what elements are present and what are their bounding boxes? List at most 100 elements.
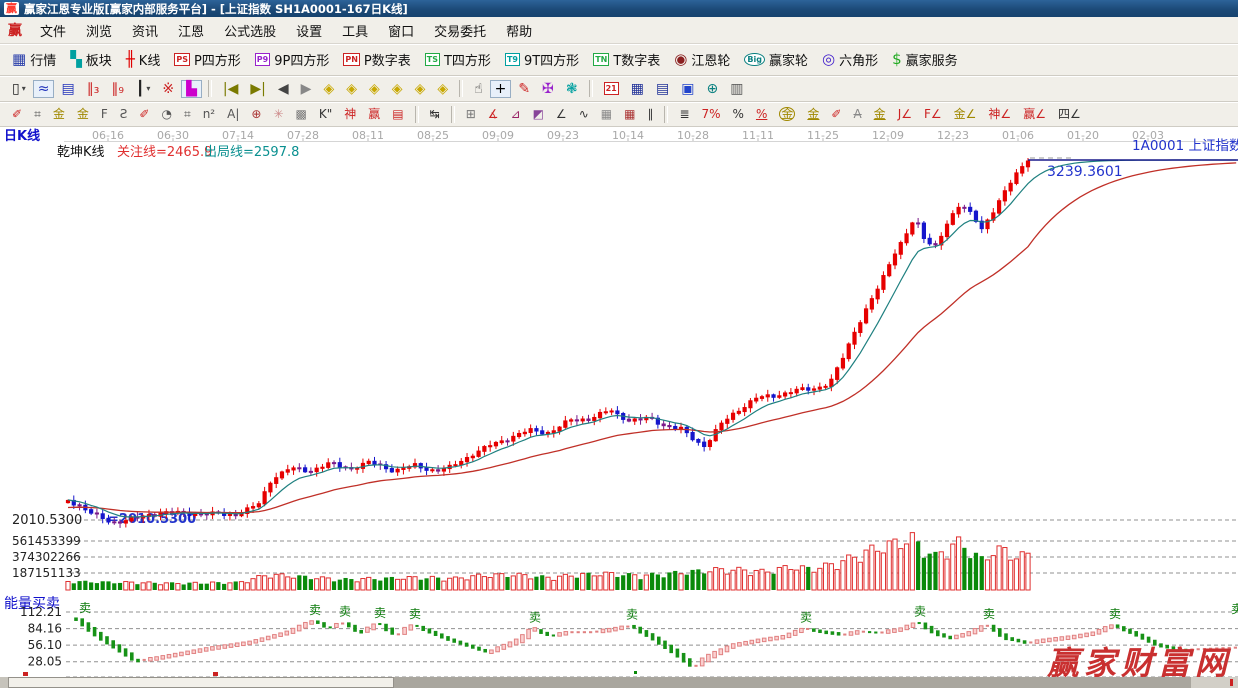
ying-grid-button[interactable]: 赢 bbox=[363, 106, 385, 122]
step-prev-button[interactable]: ◀ bbox=[273, 80, 294, 98]
gold-line-button[interactable]: 金 bbox=[802, 106, 824, 122]
percent-retrace-button[interactable]: 7% bbox=[697, 106, 726, 122]
scrollbar-thumb[interactable] bbox=[8, 677, 394, 688]
scrollbar-left-button[interactable] bbox=[0, 677, 8, 688]
gold-gate-1-button[interactable]: 金 bbox=[48, 106, 70, 122]
percent-button[interactable]: % bbox=[728, 106, 749, 122]
j-angle-button[interactable]: J∠ bbox=[893, 106, 917, 122]
fan-lines-button[interactable]: ∡ bbox=[483, 106, 504, 122]
n-square-button[interactable]: n² bbox=[198, 106, 220, 122]
diamond-left-button[interactable]: ◈ bbox=[318, 80, 339, 98]
gann-angle-pen-button[interactable]: ✐ bbox=[7, 106, 27, 122]
fan-box-fill-button[interactable]: ◩ bbox=[528, 106, 549, 122]
color-chart-button[interactable]: ▙ bbox=[181, 80, 202, 98]
candle-chart-button[interactable]: ▯▾ bbox=[7, 80, 31, 98]
t-square-button[interactable]: TST四方形 bbox=[420, 48, 498, 71]
horizontal-scrollbar[interactable] bbox=[0, 677, 1238, 688]
p-square-button[interactable]: PSP四方形 bbox=[169, 48, 247, 71]
notes-button[interactable]: ▤ bbox=[651, 80, 674, 98]
gold-under-button[interactable]: 金 bbox=[869, 106, 891, 122]
parallel-lines-button[interactable]: ∥ bbox=[642, 106, 658, 122]
diamond-expand-button[interactable]: ◈ bbox=[387, 80, 408, 98]
menu-item-浏览[interactable]: 浏览 bbox=[76, 25, 122, 40]
thin-candle-button[interactable]: ┃▾ bbox=[131, 80, 155, 98]
quotes-button[interactable]: ▦行情 bbox=[7, 48, 63, 71]
comb-tool-button[interactable]: ⌗ bbox=[179, 106, 196, 122]
star-web-button[interactable]: ✳ bbox=[268, 106, 288, 122]
bars-9-button[interactable]: ∥₉ bbox=[106, 80, 129, 98]
gann-circle-button[interactable]: ⊕ bbox=[246, 106, 266, 122]
grid-comb-button[interactable]: ⌗ bbox=[29, 106, 46, 122]
9p-square-button[interactable]: P99P四方形 bbox=[250, 48, 337, 71]
grid-gray-button[interactable]: ▦ bbox=[596, 106, 617, 122]
f-gate-button[interactable]: F bbox=[96, 106, 113, 122]
jump-last-button[interactable]: ▶| bbox=[245, 80, 270, 98]
diamond-compress-button[interactable]: ◈ bbox=[410, 80, 431, 98]
menu-item-窗口[interactable]: 窗口 bbox=[378, 25, 424, 40]
t-number-table-button[interactable]: TNT数字表 bbox=[588, 48, 667, 71]
menu-item-工具[interactable]: 工具 bbox=[332, 25, 378, 40]
winner-wheel-button[interactable]: Big赢家轮 bbox=[739, 48, 815, 71]
menu-item-交易委托[interactable]: 交易委托 bbox=[424, 25, 496, 40]
bars-3-button[interactable]: ∥₃ bbox=[82, 80, 105, 98]
save-button[interactable]: ▣ bbox=[676, 80, 699, 98]
k-quote-button[interactable]: K" bbox=[314, 106, 337, 122]
hexagon-button[interactable]: ◎六角形 bbox=[817, 48, 885, 71]
info-card-button[interactable]: ▤ bbox=[56, 80, 79, 98]
f-angle-button[interactable]: F∠ bbox=[919, 106, 947, 122]
export-web-button[interactable]: ⊕ bbox=[701, 80, 723, 98]
spiral-tool-button[interactable]: Ƨ bbox=[115, 106, 133, 122]
zigzag-tool-button[interactable]: ∿ bbox=[574, 106, 594, 122]
diamond-horizontal-button[interactable]: ◈ bbox=[364, 80, 385, 98]
gann-wheel-button[interactable]: ◉江恩轮 bbox=[669, 48, 737, 71]
a-wave-button[interactable]: A bbox=[848, 106, 866, 122]
kline-button[interactable]: ╫K线 bbox=[121, 48, 168, 71]
gold-angle-button[interactable]: 金∠ bbox=[949, 106, 982, 122]
four-angle-button[interactable]: 四∠ bbox=[1053, 106, 1086, 122]
flag-pen-button[interactable]: ✐ bbox=[826, 106, 846, 122]
measure-pen-button[interactable]: ✐ bbox=[134, 106, 154, 122]
qiankun-tool-button[interactable]: ※ bbox=[157, 80, 179, 98]
gold-circle-button[interactable]: 金 bbox=[774, 105, 800, 123]
fan-box-button[interactable]: ⊿ bbox=[506, 106, 526, 122]
trend-annotate-button[interactable]: ✎ bbox=[513, 80, 535, 98]
menu-item-文件[interactable]: 文件 bbox=[30, 25, 76, 40]
ying-angle-button[interactable]: 赢∠ bbox=[1018, 106, 1051, 122]
step-next-button[interactable]: ▶ bbox=[296, 80, 317, 98]
diamond-all-button[interactable]: ◈ bbox=[432, 80, 453, 98]
calendar-button[interactable]: 21 bbox=[599, 80, 624, 97]
ruler-125-button[interactable]: ▤ bbox=[387, 106, 408, 122]
shen-grid-button[interactable]: 神 bbox=[339, 106, 361, 122]
mirror-a-button[interactable]: A| bbox=[222, 106, 244, 122]
menu-item-资讯[interactable]: 资讯 bbox=[122, 25, 168, 40]
shen-angle-button[interactable]: 神∠ bbox=[983, 106, 1016, 122]
9t-square-button[interactable]: T99T四方形 bbox=[500, 48, 586, 71]
crosshair-button[interactable]: + bbox=[490, 80, 512, 98]
pattern-tool-button[interactable]: ❃ bbox=[561, 80, 583, 98]
sectors-button[interactable]: ▚板块 bbox=[65, 48, 119, 71]
print-button[interactable]: ▥ bbox=[725, 80, 748, 98]
percent-line-button[interactable]: % bbox=[751, 106, 772, 122]
time-cycle-button[interactable]: ◔ bbox=[156, 106, 176, 122]
chart-canvas[interactable]: 06-1606-3007-1407-2808-1108-2509-0909-23… bbox=[0, 127, 1238, 678]
menu-item-公式选股[interactable]: 公式选股 bbox=[214, 25, 286, 40]
calculator-button[interactable]: ▦ bbox=[626, 80, 649, 98]
box-select-button[interactable]: ⊞ bbox=[461, 106, 481, 122]
p-number-table-button[interactable]: PNP数字表 bbox=[338, 48, 417, 71]
diamond-right-button[interactable]: ◈ bbox=[341, 80, 362, 98]
angle-set-button[interactable]: ∠ bbox=[551, 106, 572, 122]
width-measure-button[interactable]: ↹ bbox=[425, 106, 445, 122]
menu-item-江恩[interactable]: 江恩 bbox=[168, 25, 214, 40]
oscillator-candle-down bbox=[539, 629, 543, 634]
jump-first-button[interactable]: |◀ bbox=[218, 80, 243, 98]
winner-service-button[interactable]: $赢家服务 bbox=[887, 48, 965, 71]
pan-hand-button[interactable]: ☝ bbox=[469, 80, 488, 98]
menu-item-帮助[interactable]: 帮助 bbox=[496, 25, 542, 40]
square-web-button[interactable]: ▩ bbox=[291, 106, 312, 122]
grid-red-button[interactable]: ▦ bbox=[619, 106, 640, 122]
stamp-tool-button[interactable]: ✠ bbox=[537, 80, 559, 98]
curve-mode-button[interactable]: ≈ bbox=[33, 80, 55, 98]
price-ladder-button[interactable]: ≣ bbox=[674, 106, 694, 122]
menu-item-设置[interactable]: 设置 bbox=[286, 25, 332, 40]
gold-gate-2-button[interactable]: 金 bbox=[72, 106, 94, 122]
